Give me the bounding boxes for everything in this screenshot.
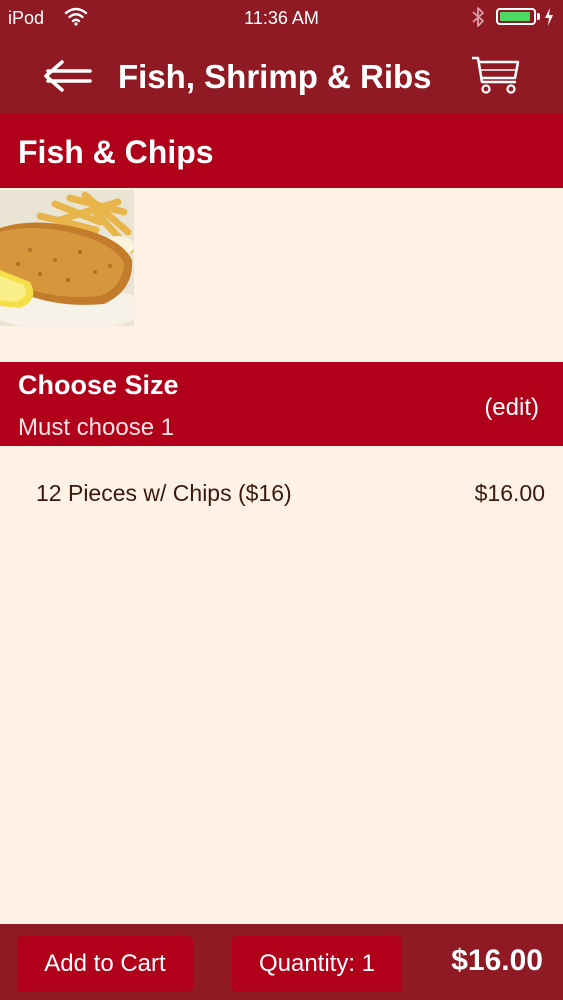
option-label: 12 Pieces w/ Chips ($16)	[36, 480, 292, 506]
add-to-cart-button[interactable]: Add to Cart	[17, 936, 193, 992]
app-header: iPod 11:36 AM Fish, Shrimp & Ribs	[0, 0, 563, 114]
bluetooth-icon	[472, 7, 484, 27]
bottom-toolbar: Add to Cart Quantity: 1 $16.00	[0, 924, 563, 1000]
page-title: Fish, Shrimp & Ribs	[118, 58, 432, 95]
battery-icon	[496, 8, 536, 25]
status-bar: iPod 11:36 AM	[0, 0, 563, 36]
edit-button[interactable]: (edit)	[484, 394, 539, 422]
section-requirement: Must choose 1	[18, 414, 175, 441]
shopping-cart-icon[interactable]	[470, 54, 522, 96]
battery-level	[500, 12, 531, 21]
choose-size-section: Choose Size Must choose 1 (edit)	[0, 362, 563, 446]
total-price: $16.00	[451, 944, 543, 977]
fish-and-chips-photo	[0, 190, 134, 326]
back-arrow-icon[interactable]	[40, 58, 96, 94]
option-price: $16.00	[474, 480, 545, 506]
item-title: Fish & Chips	[0, 114, 563, 188]
charging-bolt-icon	[545, 8, 553, 26]
battery-tip	[537, 13, 540, 20]
quantity-button[interactable]: Quantity: 1	[232, 936, 402, 992]
size-option-row[interactable]: 12 Pieces w/ Chips ($16) $16.00	[0, 466, 563, 522]
section-title: Choose Size	[18, 370, 179, 400]
